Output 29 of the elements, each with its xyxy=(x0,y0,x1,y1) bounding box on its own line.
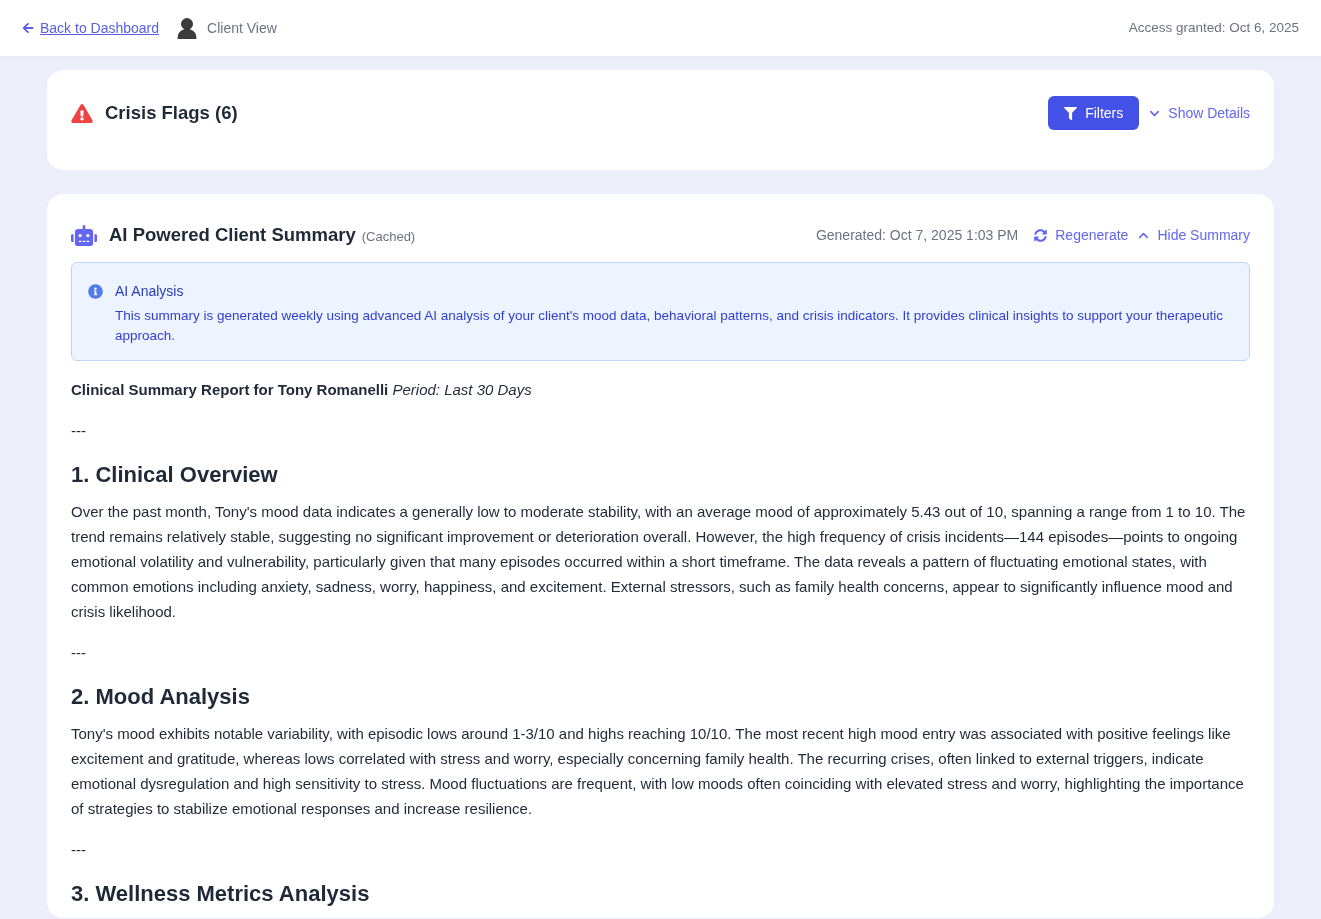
show-toggle[interactable]: Show Details xyxy=(1147,102,1250,124)
section-heading: 3. Wellness Metrics Analysis xyxy=(71,880,370,908)
report-header: Clinical Summary Report for Tony Romanelli Period: Last 30 Days xyxy=(71,380,533,400)
info-text: This summary is generated weekly using advanced AI analysis of your client's mood data, behavioral patterns, and crisis indicators. It provides clinical insights to support your therapeutic approach. xyxy=(115,307,1224,345)
arrow-left-icon xyxy=(22,22,34,34)
filter-icon xyxy=(1064,106,1078,120)
hide-toggle[interactable]: Hide Summary xyxy=(1136,224,1250,246)
card-title: Crisis Flags (6) xyxy=(105,101,238,126)
person-silhouette-icon xyxy=(177,17,198,39)
section-heading: 1. Clinical Overview xyxy=(71,461,278,489)
warning-icon xyxy=(71,103,93,123)
back-link[interactable]: Back to Dashboard xyxy=(22,17,160,39)
section-heading: 2. Mood Analysis xyxy=(71,683,250,711)
info-icon xyxy=(88,284,103,299)
divider-text: --- xyxy=(71,643,86,663)
access-date: Access granted: Oct 6, 2025 xyxy=(1128,18,1299,37)
filters-button[interactable]: Filters xyxy=(1048,96,1140,130)
report-paragraph: Tony's mood exhibits notable variability, with episodic lows around 1-3/10 and highs reaching 10/10. The most recent high mood entry was associated with positive feelings like excitement and gratitude, whereas lows correlated with stress and worry, especially concerning family health. The recurring crises, often linked to external triggers, indicate emotional dysregulation and high sensitivity to stress. Mood fluctuations are frequent, with low moods often coinciding with elevated stress and worry, highlighting the importance of strategies to stabilize emotional responses and increase resilience. xyxy=(71,724,1245,819)
card-title: AI Powered Client Summary xyxy=(109,223,356,248)
view-label: Client View xyxy=(207,18,277,38)
divider-text: --- xyxy=(71,840,86,860)
generated-timestamp: Generated: Oct 7, 2025 1:03 PM xyxy=(815,225,1019,245)
robot-icon xyxy=(71,224,97,246)
divider-text: --- xyxy=(71,421,86,441)
regenerate-button[interactable]: Regenerate xyxy=(1034,224,1129,246)
info-title: AI Analysis xyxy=(115,282,185,301)
refresh-icon xyxy=(1034,228,1048,242)
report-paragraph: Over the past month, Tony's mood data indicates a generally low to moderate stability, with an average mood of approximately 5.43 out of 10, spanning a range from 1 to 10. The trend remains relatively stable, suggesting no significant improvement or deterioration overall. However, the high frequency of crisis incidents—144 episodes—points to ongoing emotional volatility and vulnerability, particularly given that many episodes occurred within a short timeframe. The data reveals a pattern of fluctuating emotional states, with common emotions including anxiety, sadness, worry, happiness, and excitement. External stressors, such as family health concerns, appear to significantly influence mood and crisis likelihood. xyxy=(71,502,1247,622)
cached-label: (Cached) xyxy=(361,228,416,247)
